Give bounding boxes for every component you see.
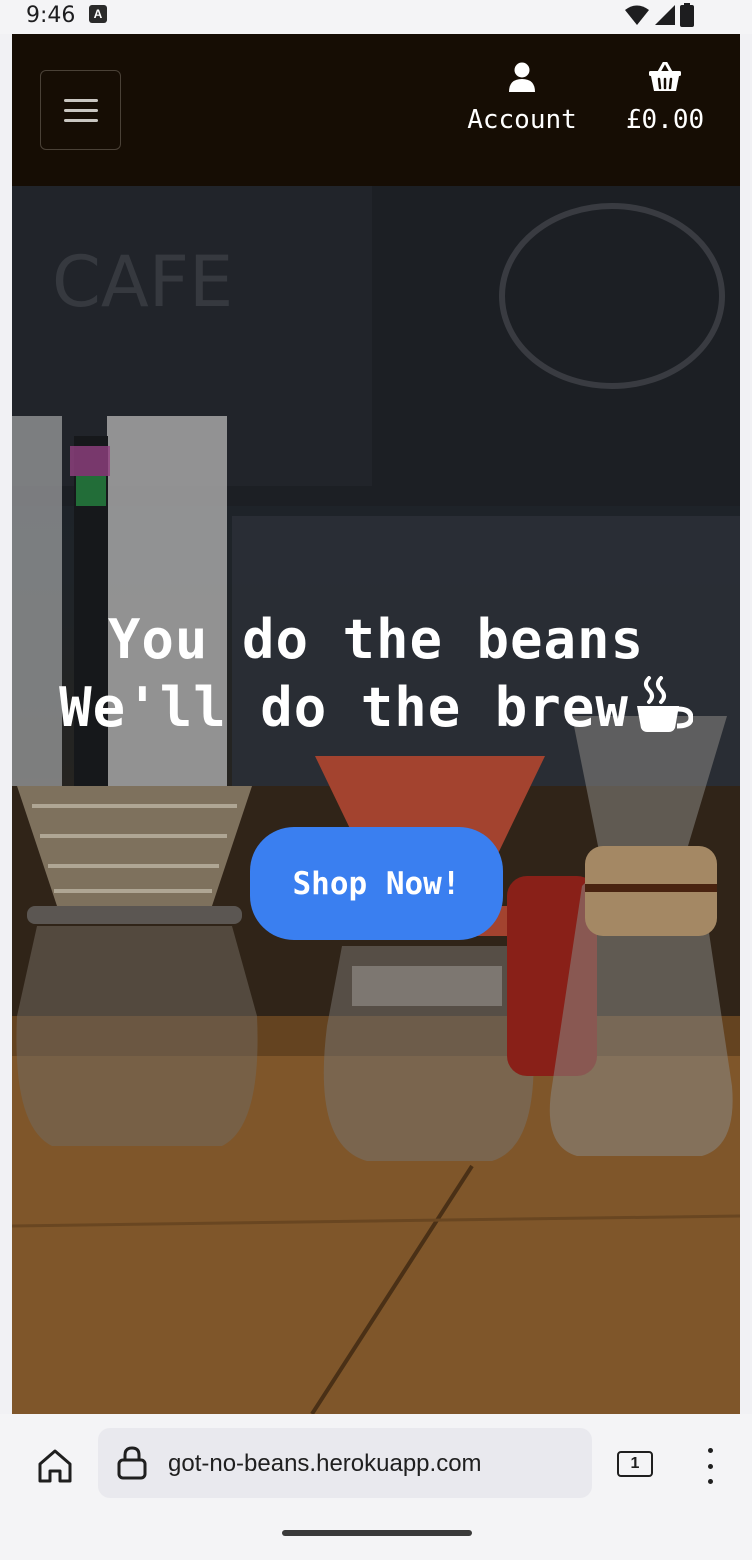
lock-icon [117, 1446, 147, 1480]
browser-toolbar: got-no-beans.herokuapp.com 1 [0, 1414, 752, 1560]
address-bar[interactable]: got-no-beans.herokuapp.com [98, 1428, 592, 1498]
url-text: got-no-beans.herokuapp.com [168, 1450, 482, 1477]
basket-total: £0.00 [625, 105, 705, 135]
status-bar: 9:46 A [0, 0, 752, 34]
tab-switcher-button[interactable]: 1 [617, 1451, 653, 1477]
signal-icon [655, 5, 675, 25]
menu-toggle-button[interactable] [40, 70, 121, 150]
hamburger-icon-bar [63, 108, 98, 112]
user-icon [509, 62, 535, 92]
wifi-icon [625, 5, 649, 25]
site-header: Account £0.00 [12, 34, 740, 186]
home-icon[interactable] [36, 1447, 74, 1485]
hero-banner: CAFE You do the beans We'll do the brew … [12, 186, 740, 1414]
hero-title-line-2: We'll do the brew [12, 674, 740, 742]
hamburger-icon-bar [63, 118, 98, 122]
notification-icon: A [89, 5, 107, 23]
shop-now-button[interactable]: Shop Now! [250, 827, 503, 940]
basket-icon [649, 61, 681, 91]
hero-title-line-2-text: We'll do the brew [59, 676, 629, 739]
status-indicators [624, 3, 694, 27]
status-time: 9:46 [26, 3, 76, 28]
hero-overlay [12, 186, 740, 1414]
web-viewport: Account £0.00 CAFE You do the beans We'l… [12, 34, 740, 1414]
gesture-navigation-bar[interactable] [282, 1530, 472, 1536]
hero-title-line-1: You do the beans [107, 608, 645, 671]
battery-icon [680, 3, 694, 27]
hero-title: You do the beans We'll do the brew [12, 606, 740, 742]
account-label: Account [467, 105, 577, 135]
more-options-icon[interactable] [700, 1446, 720, 1486]
basket-link[interactable]: £0.00 [614, 61, 716, 135]
account-link[interactable]: Account [458, 62, 586, 135]
hot-cup-icon [636, 676, 693, 732]
hamburger-icon-bar [63, 98, 98, 102]
